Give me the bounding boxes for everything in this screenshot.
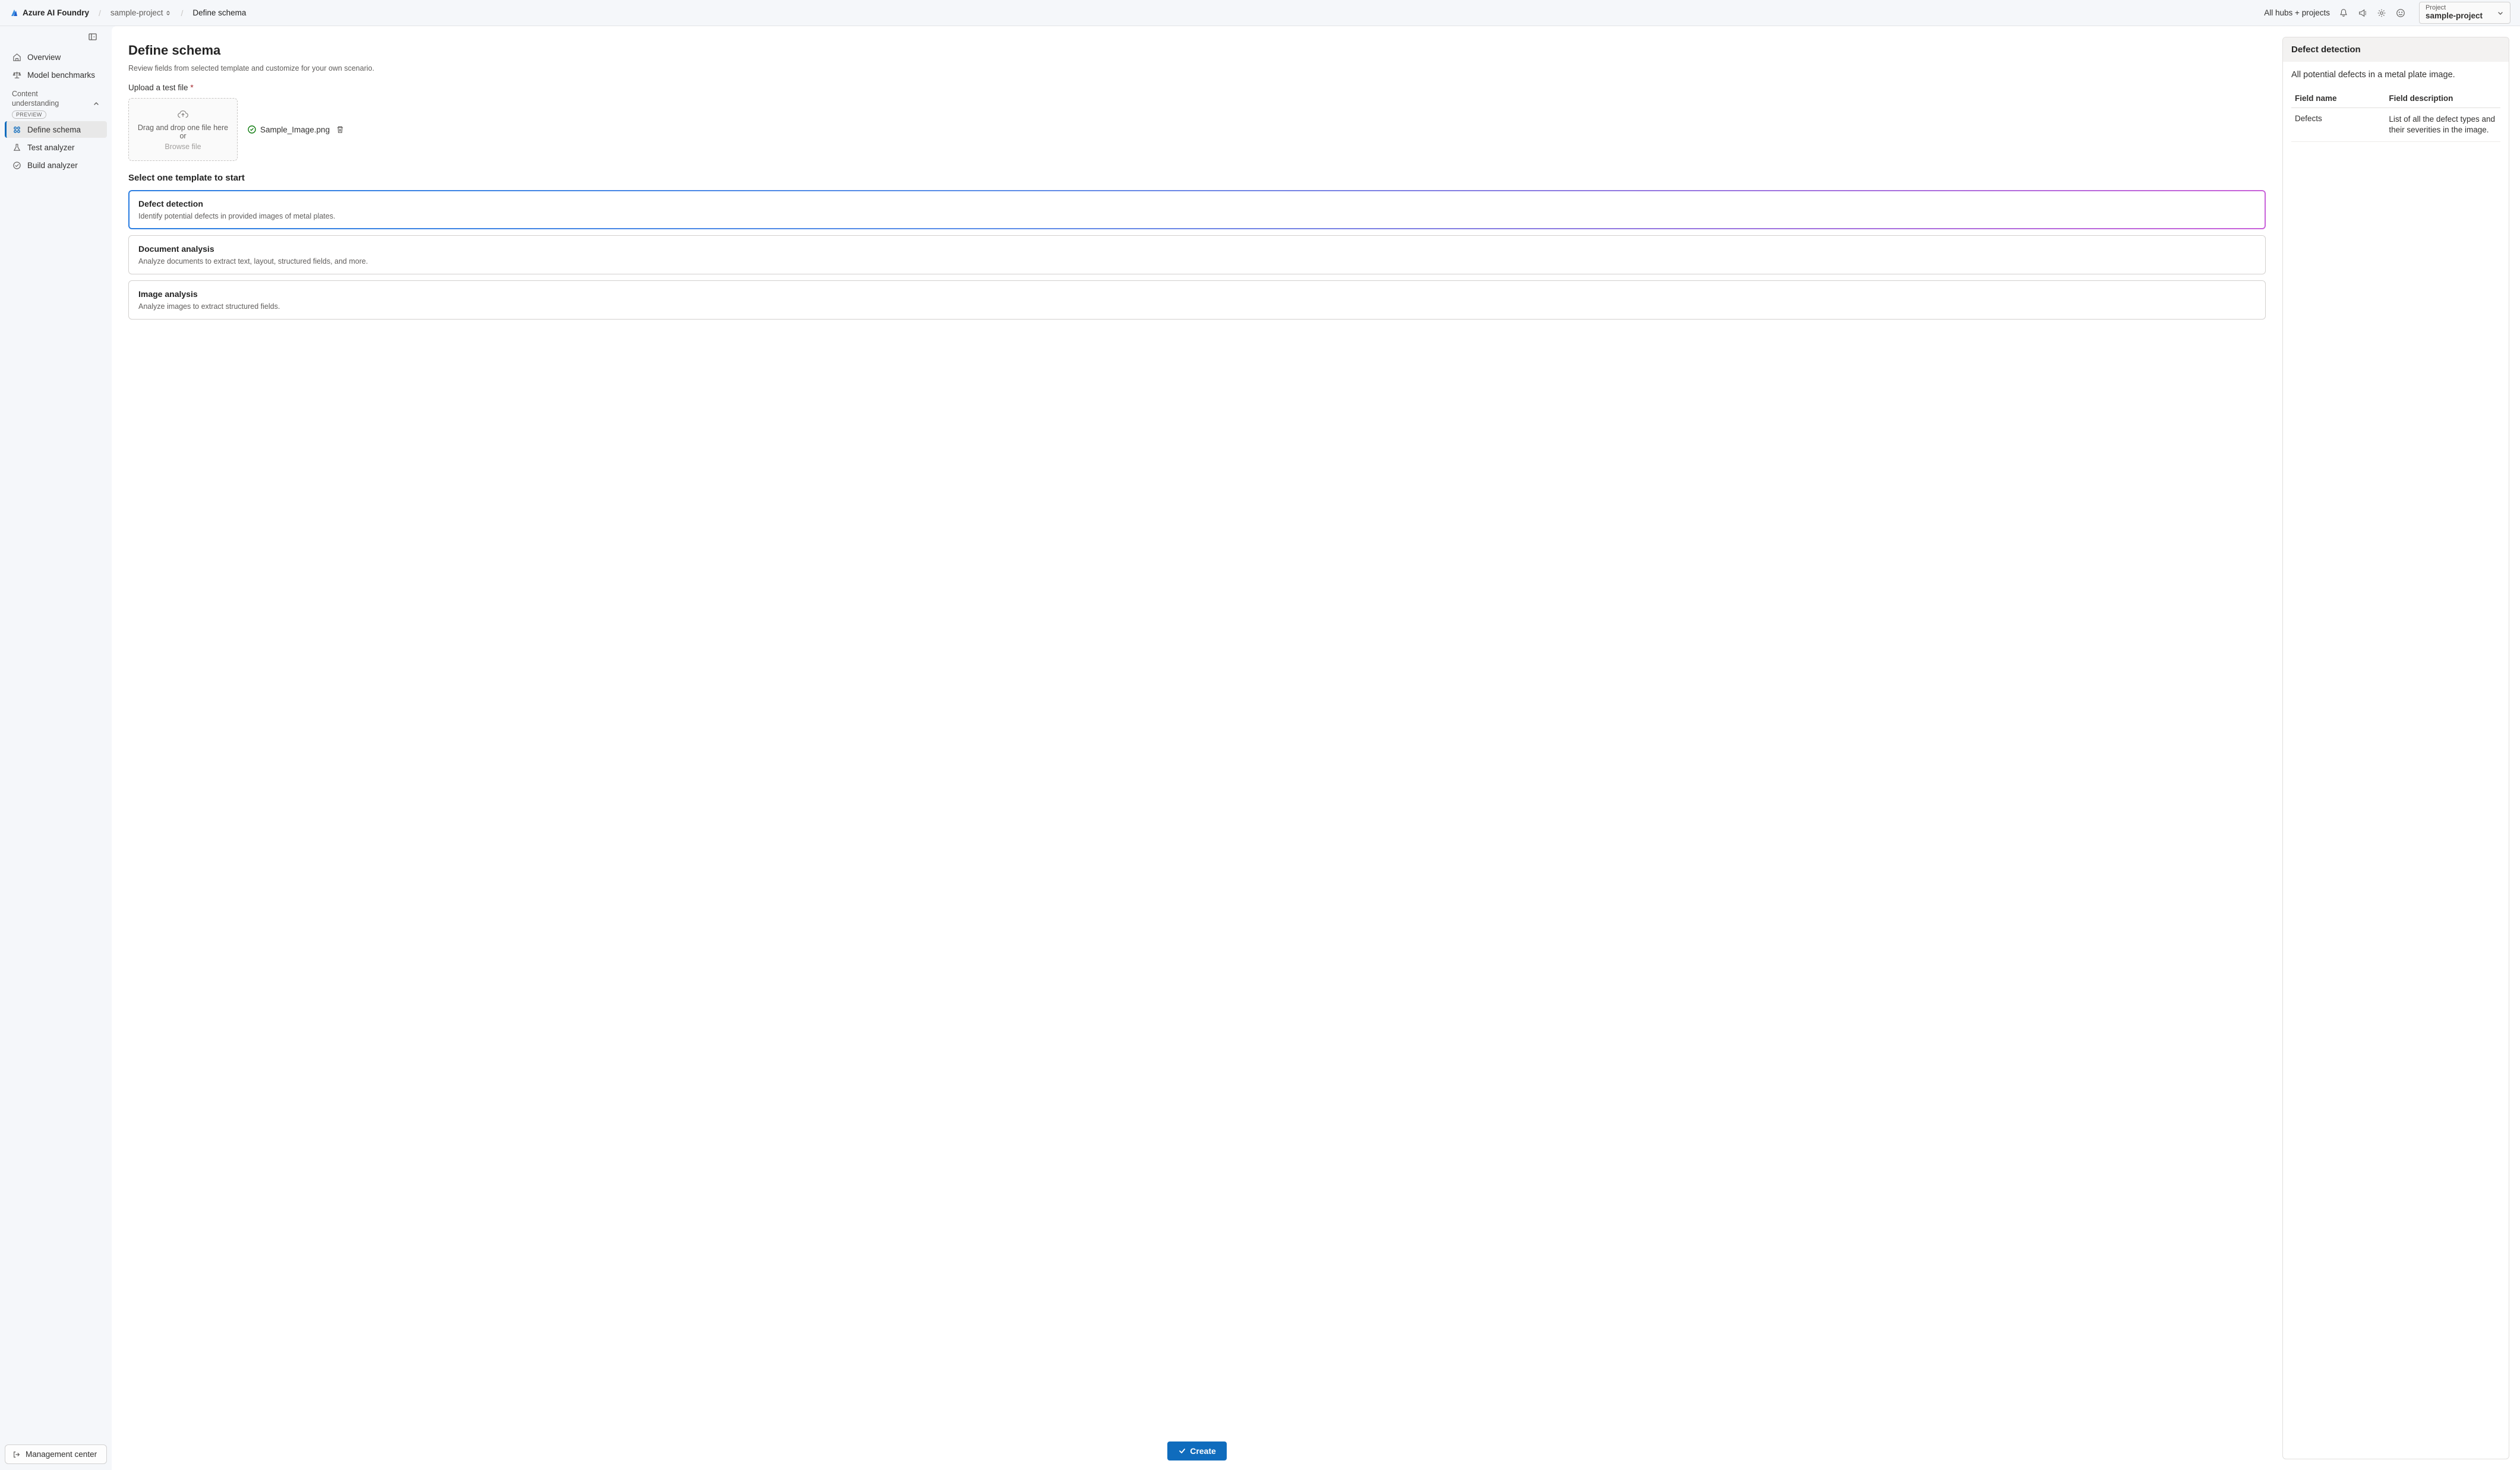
sidebar-item-define-schema[interactable]: Define schema [5,121,107,138]
mgmt-label: Management center [26,1450,97,1459]
template-title: Defect detection [138,199,2256,208]
page-title: Define schema [128,43,2266,58]
cloud-upload-icon [176,108,190,121]
template-card-document[interactable]: Document analysis Analyze documents to e… [128,235,2266,274]
product-logo[interactable]: Azure AI Foundry [10,8,89,18]
check-icon [1178,1447,1186,1455]
management-center-button[interactable]: Management center [5,1444,107,1464]
create-label: Create [1190,1446,1216,1456]
template-desc: Analyze documents to extract text, layou… [138,257,2256,265]
scale-icon [12,70,21,80]
required-star: * [190,83,193,92]
smile-icon[interactable] [2395,8,2406,18]
check-circle-icon [247,125,257,134]
page-subtitle: Review fields from selected template and… [128,64,2266,72]
product-name: Azure AI Foundry [23,8,89,17]
sidebar-section-content-understanding[interactable]: Content understanding PREVIEW [5,84,107,121]
nav-label: Overview [27,53,61,62]
breadcrumb-current: Define schema [192,8,246,17]
project-name: sample-project [2426,11,2483,21]
nav-label: Define schema [27,125,81,134]
right-card-desc: All potential defects in a metal plate i… [2291,70,2500,80]
main-content: Define schema Review fields from selecte… [112,26,2520,1470]
project-selector[interactable]: Project sample-project [2419,2,2510,24]
schema-table: Field name Field description Defects Lis… [2291,89,2500,142]
sidebar-item-overview[interactable]: Overview [5,49,107,65]
cell-field-name: Defects [2291,108,2385,142]
template-heading: Select one template to start [128,173,2266,183]
azure-logo-icon [10,8,19,18]
template-title: Document analysis [138,244,2256,254]
sidebar: Overview Model benchmarks Content unders… [0,26,112,1470]
col-field-name: Field name [2291,89,2385,108]
template-title: Image analysis [138,289,2256,299]
top-header: Azure AI Foundry / sample-project / Defi… [0,0,2520,26]
chevron-down-icon [2497,10,2504,17]
project-label: Project [2426,5,2483,11]
bell-icon[interactable] [2338,8,2349,18]
preview-badge: PREVIEW [12,110,46,119]
exit-icon [12,1450,21,1459]
template-desc: Analyze images to extract structured fie… [138,302,2256,311]
megaphone-icon[interactable] [2357,8,2368,18]
sidebar-item-build-analyzer[interactable]: Build analyzer [5,157,107,173]
create-button[interactable]: Create [1167,1441,1227,1460]
browse-link[interactable]: Browse file [165,143,201,151]
sidebar-item-test-analyzer[interactable]: Test analyzer [5,139,107,156]
build-icon [12,160,21,170]
trash-icon[interactable] [336,125,345,134]
sidebar-collapse-icon[interactable] [88,32,99,43]
table-row: Defects List of all the defect types and… [2291,108,2500,142]
nav-label: Build analyzer [27,161,78,170]
cell-field-desc: List of all the defect types and their s… [2385,108,2500,142]
col-field-desc: Field description [2385,89,2500,108]
template-card-defect[interactable]: Defect detection Identify potential defe… [128,190,2266,229]
chevron-updown-icon [165,10,171,16]
breadcrumb-project[interactable]: sample-project [110,8,172,17]
nav-label: Test analyzer [27,143,75,152]
schema-icon [12,125,21,134]
upload-label: Upload a test file * [128,83,2266,92]
template-desc: Identify potential defects in provided i… [138,212,2256,220]
nav-label: Model benchmarks [27,71,95,80]
settings-icon[interactable] [2376,8,2387,18]
home-icon [12,52,21,62]
sidebar-item-benchmarks[interactable]: Model benchmarks [5,67,107,83]
file-dropzone[interactable]: Drag and drop one file here or Browse fi… [128,98,238,161]
right-card-title: Defect detection [2283,37,2509,62]
right-panel: Defect detection All potential defects i… [2282,26,2520,1470]
uploaded-file-chip: Sample_Image.png [247,125,345,134]
file-name: Sample_Image.png [260,125,330,134]
chevron-up-icon [93,100,100,108]
all-hubs-link[interactable]: All hubs + projects [2264,8,2330,17]
dropzone-text: Drag and drop one file here or [134,124,232,140]
breadcrumb-sep: / [99,8,101,18]
flask-icon [12,143,21,152]
template-card-image[interactable]: Image analysis Analyze images to extract… [128,280,2266,320]
breadcrumb-sep: / [181,8,183,18]
